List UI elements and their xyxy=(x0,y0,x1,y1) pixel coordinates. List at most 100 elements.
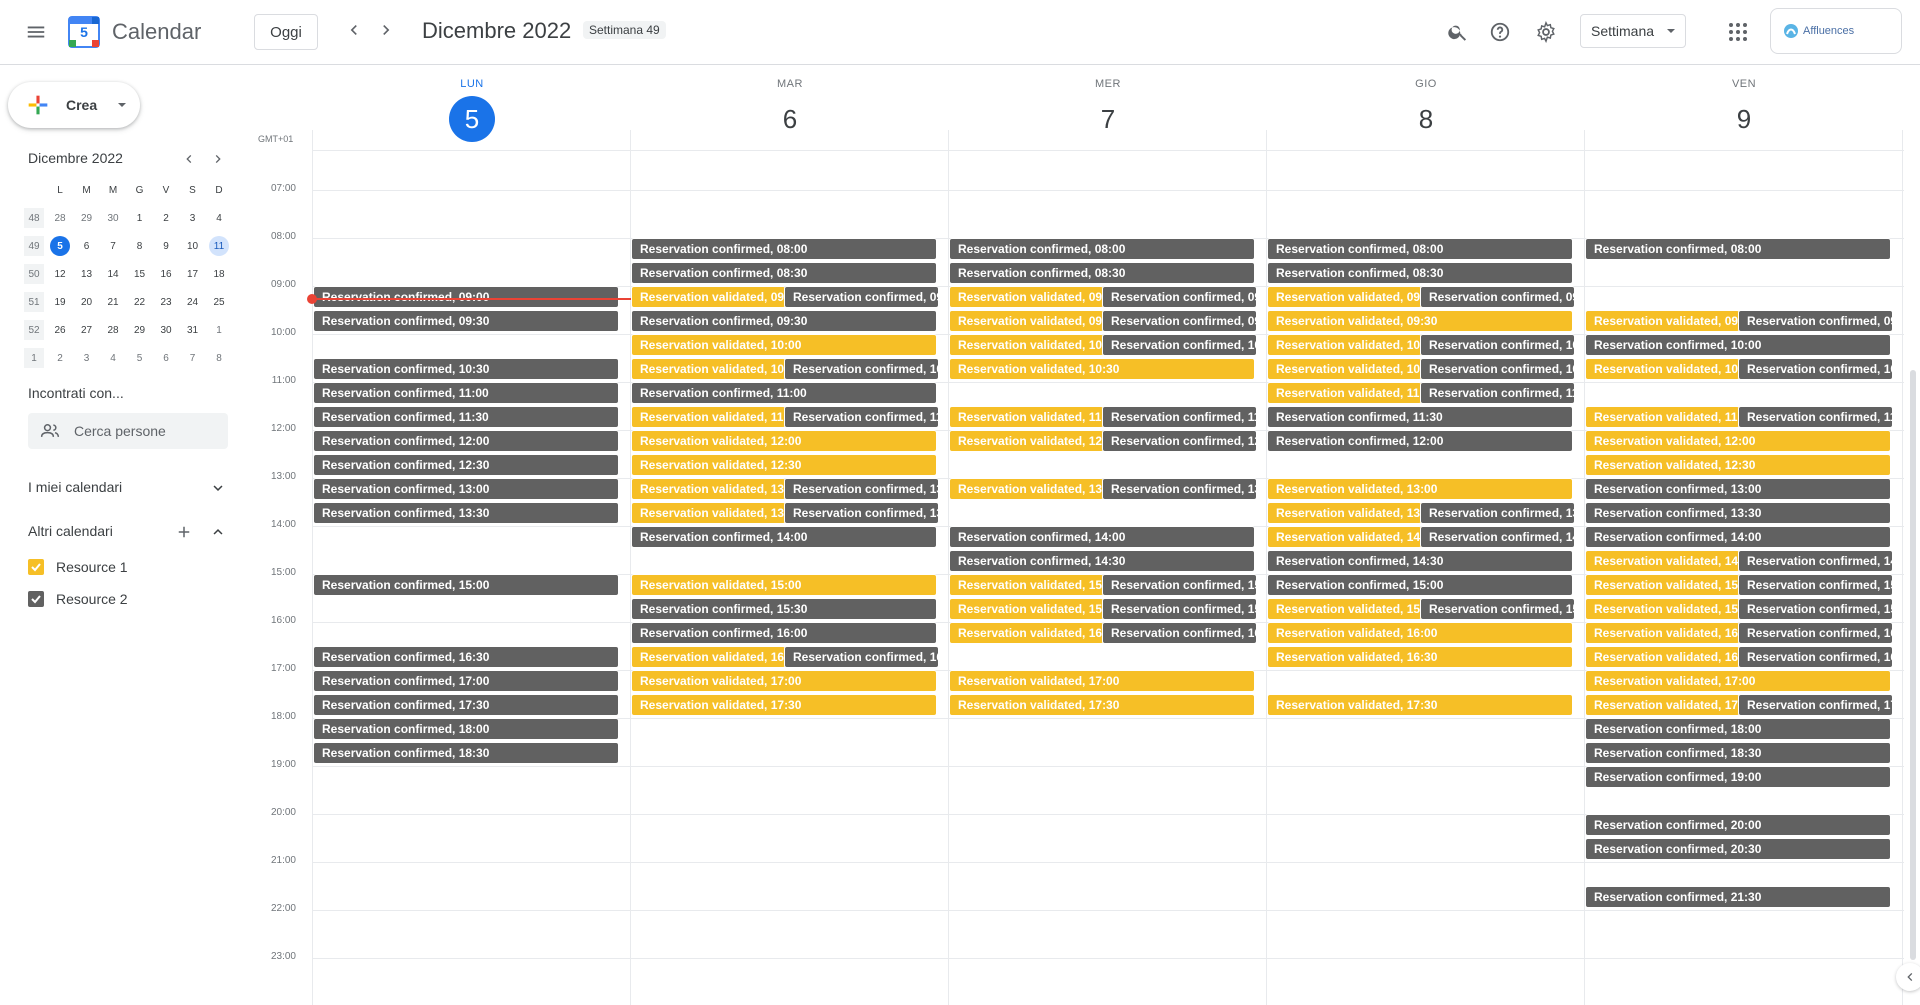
event-validated[interactable]: Reservation validated, 16:00 xyxy=(949,622,1104,644)
event-confirmed[interactable]: Reservation confirmed, 15:00 xyxy=(1738,574,1893,596)
event-validated[interactable]: Reservation validated, 17:00 xyxy=(1585,670,1891,692)
event-confirmed[interactable]: Reservation confirmed, 13:30 xyxy=(784,502,939,524)
event-validated[interactable]: Reservation validated, 16:30 xyxy=(631,646,786,668)
event-validated[interactable]: Reservation validated, 09:00 xyxy=(631,286,786,308)
checkbox-icon[interactable] xyxy=(28,559,44,575)
day-header-number[interactable]: 6 xyxy=(767,96,813,142)
event-validated[interactable]: Reservation validated, 14:30 xyxy=(1585,550,1740,572)
event-confirmed[interactable]: Reservation confirmed, 09:30 xyxy=(631,310,937,332)
day-header-number[interactable]: 5 xyxy=(449,96,495,142)
mini-calendar-day[interactable]: 4 xyxy=(209,208,229,228)
mini-calendar-day[interactable]: 30 xyxy=(103,208,123,228)
event-confirmed[interactable]: Reservation confirmed, 10:00 xyxy=(1585,334,1891,356)
event-confirmed[interactable]: Reservation confirmed, 11:30 xyxy=(313,406,619,428)
event-confirmed[interactable]: Reservation confirmed, 11:30 xyxy=(784,406,939,428)
mini-calendar-day[interactable]: 18 xyxy=(209,264,229,284)
event-confirmed[interactable]: Reservation confirmed, 15:30 xyxy=(1738,598,1893,620)
event-confirmed[interactable]: Reservation confirmed, 14:30 xyxy=(1738,550,1893,572)
event-validated[interactable]: Reservation validated, 12:30 xyxy=(1585,454,1891,476)
event-validated[interactable]: Reservation validated, 09:00 xyxy=(949,286,1104,308)
event-validated[interactable]: Reservation validated, 17:00 xyxy=(949,670,1255,692)
mini-calendar-day[interactable]: 24 xyxy=(183,292,203,312)
event-confirmed[interactable]: Reservation confirmed, 09:00 xyxy=(313,286,619,308)
event-confirmed[interactable]: Reservation confirmed, 08:30 xyxy=(1267,262,1573,284)
event-validated[interactable]: Reservation validated, 12:30 xyxy=(631,454,937,476)
event-confirmed[interactable]: Reservation confirmed, 16:30 xyxy=(784,646,939,668)
event-confirmed[interactable]: Reservation confirmed, 09:30 xyxy=(1738,310,1893,332)
day-header-number[interactable]: 8 xyxy=(1403,96,1449,142)
event-confirmed[interactable]: Reservation confirmed, 10:30 xyxy=(313,358,619,380)
event-validated[interactable]: Reservation validated, 15:00 xyxy=(1585,574,1740,596)
mini-calendar-day[interactable]: 20 xyxy=(77,292,97,312)
event-validated[interactable]: Reservation validated, 09:30 xyxy=(1267,310,1573,332)
day-header[interactable]: GIO 8 xyxy=(1267,78,1585,142)
mini-calendar-next-button[interactable] xyxy=(209,150,227,168)
event-validated[interactable]: Reservation validated, 11:00 xyxy=(1267,382,1422,404)
search-button[interactable] xyxy=(1442,16,1474,48)
event-confirmed[interactable]: Reservation confirmed, 13:30 xyxy=(1420,502,1575,524)
mini-calendar-day[interactable]: 31 xyxy=(183,320,203,340)
event-confirmed[interactable]: Reservation confirmed, 18:30 xyxy=(1585,742,1891,764)
mini-calendar-day[interactable]: 2 xyxy=(156,208,176,228)
mini-calendar-day[interactable]: 8 xyxy=(209,348,229,368)
mini-calendar-day[interactable]: 22 xyxy=(130,292,150,312)
event-confirmed[interactable]: Reservation confirmed, 20:30 xyxy=(1585,838,1891,860)
event-confirmed[interactable]: Reservation confirmed, 08:00 xyxy=(949,238,1255,260)
event-validated[interactable]: Reservation validated, 13:30 xyxy=(631,502,786,524)
event-confirmed[interactable]: Reservation confirmed, 10:30 xyxy=(1420,358,1575,380)
event-validated[interactable]: Reservation validated, 10:00 xyxy=(1267,334,1422,356)
next-week-button[interactable] xyxy=(372,16,400,44)
event-confirmed[interactable]: Reservation confirmed, 13:00 xyxy=(784,478,939,500)
settings-button[interactable] xyxy=(1530,16,1562,48)
event-confirmed[interactable]: Reservation confirmed, 08:30 xyxy=(949,262,1255,284)
mini-calendar-week-number[interactable]: 52 xyxy=(24,320,44,340)
event-confirmed[interactable]: Reservation confirmed, 11:00 xyxy=(631,382,937,404)
mini-calendar-day[interactable]: 5 xyxy=(130,348,150,368)
mini-calendar-day[interactable]: 4 xyxy=(103,348,123,368)
event-validated[interactable]: Reservation validated, 14:00 xyxy=(1267,526,1422,548)
event-confirmed[interactable]: Reservation confirmed, 11:30 xyxy=(1102,406,1257,428)
event-validated[interactable]: Reservation validated, 11:30 xyxy=(1585,406,1740,428)
day-header[interactable]: VEN 9 xyxy=(1585,78,1903,142)
event-validated[interactable]: Reservation validated, 17:30 xyxy=(949,694,1255,716)
event-confirmed[interactable]: Reservation confirmed, 12:00 xyxy=(313,430,619,452)
event-validated[interactable]: Reservation validated, 16:00 xyxy=(1585,622,1740,644)
day-header[interactable]: MAR 6 xyxy=(631,78,949,142)
event-confirmed[interactable]: Reservation confirmed, 16:00 xyxy=(1102,622,1257,644)
event-confirmed[interactable]: Reservation confirmed, 17:30 xyxy=(313,694,619,716)
my-calendars-title[interactable]: I miei calendari xyxy=(28,479,122,495)
mini-calendar-day[interactable]: 12 xyxy=(50,264,70,284)
event-confirmed[interactable]: Reservation confirmed, 17:00 xyxy=(313,670,619,692)
event-confirmed[interactable]: Reservation confirmed, 13:30 xyxy=(313,502,619,524)
mini-calendar-day[interactable]: 25 xyxy=(209,292,229,312)
mini-calendar-day[interactable]: 23 xyxy=(156,292,176,312)
event-confirmed[interactable]: Reservation confirmed, 12:00 xyxy=(1102,430,1257,452)
event-validated[interactable]: Reservation validated, 15:30 xyxy=(1585,598,1740,620)
event-confirmed[interactable]: Reservation confirmed, 12:30 xyxy=(313,454,619,476)
event-confirmed[interactable]: Reservation confirmed, 16:30 xyxy=(313,646,619,668)
event-validated[interactable]: Reservation validated, 13:00 xyxy=(631,478,786,500)
event-confirmed[interactable]: Reservation confirmed, 16:00 xyxy=(631,622,937,644)
event-validated[interactable]: Reservation validated, 10:30 xyxy=(949,358,1255,380)
day-header-number[interactable]: 7 xyxy=(1085,96,1131,142)
mini-calendar-day[interactable]: 28 xyxy=(50,208,70,228)
mini-calendar-day[interactable]: 11 xyxy=(209,236,229,256)
calendar-item-resource-2[interactable]: Resource 2 xyxy=(28,591,128,607)
event-confirmed[interactable]: Reservation confirmed, 09:00 xyxy=(784,286,939,308)
previous-week-button[interactable] xyxy=(340,16,368,44)
event-confirmed[interactable]: Reservation confirmed, 18:00 xyxy=(313,718,619,740)
event-confirmed[interactable]: Reservation confirmed, 14:30 xyxy=(1267,550,1573,572)
event-confirmed[interactable]: Reservation confirmed, 16:30 xyxy=(1738,646,1893,668)
mini-calendar-day[interactable]: 30 xyxy=(156,320,176,340)
event-validated[interactable]: Reservation validated, 10:00 xyxy=(631,334,937,356)
mini-calendar-week-number[interactable]: 51 xyxy=(24,292,44,312)
event-confirmed[interactable]: Reservation confirmed, 12:00 xyxy=(1267,430,1573,452)
event-confirmed[interactable]: Reservation confirmed, 13:00 xyxy=(313,478,619,500)
event-confirmed[interactable]: Reservation confirmed, 11:00 xyxy=(1420,382,1575,404)
mini-calendar-day[interactable]: 2 xyxy=(50,348,70,368)
mini-calendar-day[interactable]: 5 xyxy=(50,236,70,256)
event-confirmed[interactable]: Reservation confirmed, 15:30 xyxy=(1102,598,1257,620)
event-validated[interactable]: Reservation validated, 10:00 xyxy=(949,334,1104,356)
mini-calendar-day[interactable]: 1 xyxy=(209,320,229,340)
calendar-item-resource-1[interactable]: Resource 1 xyxy=(28,559,128,575)
